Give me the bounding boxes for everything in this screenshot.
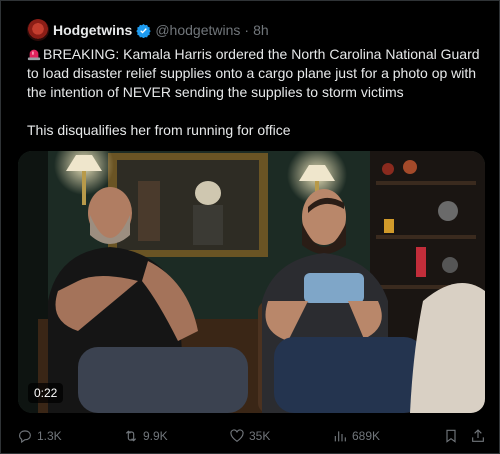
tweet-card[interactable]: Hodgetwins @hodgetwins · 8h BREAKING: Ka…	[0, 0, 500, 454]
author-handle[interactable]: @hodgetwins	[155, 22, 240, 38]
repost-count: 9.9K	[143, 429, 168, 443]
share-icon	[472, 429, 484, 442]
like-button[interactable]: 35K	[229, 428, 270, 444]
bookmark-icon	[446, 429, 456, 443]
tweet-actions: 1.3K 9.9K 35K 689K	[17, 427, 487, 445]
reply-icon	[19, 430, 31, 444]
tweet-text-line-1: BREAKING: Kamala Harris ordered the Nort…	[27, 46, 480, 100]
views-button[interactable]: 689K	[332, 428, 380, 444]
siren-emoji-icon	[27, 49, 41, 61]
author-avatar[interactable]	[27, 19, 49, 41]
tweet-text-line-2: This disqualifies her from running for o…	[27, 122, 291, 138]
tweet-header: Hodgetwins @hodgetwins · 8h	[53, 20, 269, 40]
repost-button[interactable]: 9.9K	[123, 428, 168, 444]
like-count: 35K	[249, 429, 271, 443]
views-bar-icon	[334, 431, 346, 442]
share-button[interactable]	[470, 428, 486, 444]
separator-dot: ·	[244, 22, 250, 38]
repost-icon	[125, 430, 137, 442]
verified-badge-icon	[136, 23, 152, 38]
post-timestamp[interactable]: 8h	[253, 22, 269, 38]
tweet-text: BREAKING: Kamala Harris ordered the Nort…	[27, 45, 487, 140]
reply-button[interactable]: 1.3K	[17, 428, 62, 444]
bookmark-button[interactable]	[443, 428, 459, 444]
video-player[interactable]: 0:22	[18, 151, 485, 413]
heart-icon	[230, 429, 244, 443]
author-name[interactable]: Hodgetwins	[53, 22, 132, 38]
video-frame	[18, 151, 485, 413]
views-count: 689K	[352, 429, 381, 443]
reply-count: 1.3K	[37, 429, 62, 443]
video-duration: 0:22	[28, 383, 64, 403]
